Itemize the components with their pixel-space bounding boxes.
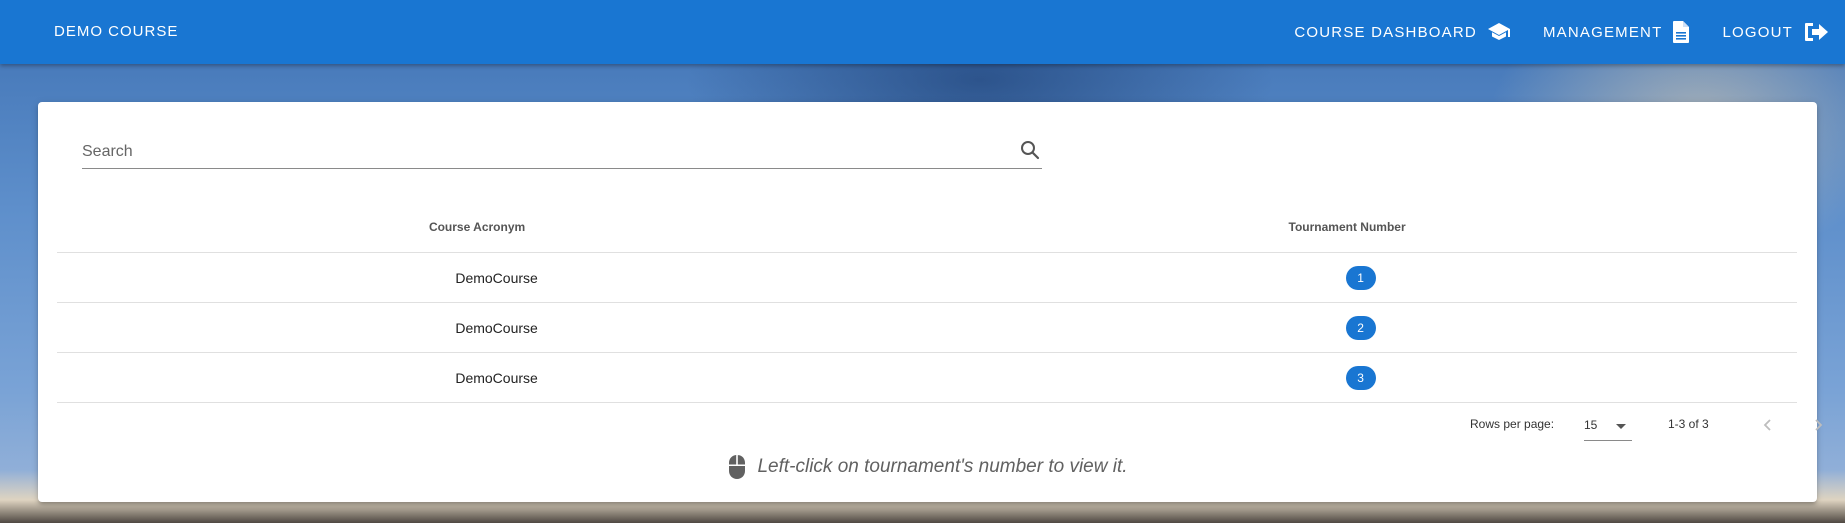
tournament-number-chip[interactable]: 1 [1345,265,1376,290]
tournaments-table: Course Acronym Tournament Number DemoCou… [57,202,1797,403]
chevron-left-icon [1763,419,1771,431]
logout-label: LOGOUT [1722,23,1793,41]
table-header-row: Course Acronym Tournament Number [57,202,1797,253]
search-field [82,138,1042,169]
usage-hint: Left-click on tournament's number to vie… [38,454,1817,480]
tournaments-card: Course Acronym Tournament Number DemoCou… [38,102,1823,502]
rows-per-page-select[interactable]: 15 [1584,410,1632,441]
table-row: DemoCourse 3 [57,352,1797,403]
app-bar: DEMO COURSE COURSE DASHBOARD MANAGEMENT … [0,0,1845,64]
table-pagination: Rows per page: 15 1-3 of 3 [1206,402,1826,442]
course-dashboard-label: COURSE DASHBOARD [1294,23,1477,41]
top-nav: COURSE DASHBOARD MANAGEMENT LOGOUT [1278,0,1845,64]
usage-hint-text: Left-click on tournament's number to vie… [757,456,1128,477]
search-icon[interactable] [1018,138,1042,167]
management-label: MANAGEMENT [1542,23,1663,41]
table-row: DemoCourse 1 [57,252,1797,303]
document-icon [1672,20,1690,44]
chevron-down-icon [1616,424,1626,429]
management-button[interactable]: MANAGEMENT [1527,0,1707,64]
table-row: DemoCourse 2 [57,302,1797,353]
logout-button[interactable]: LOGOUT [1706,0,1845,64]
page-range-text: 1-3 of 3 [1668,417,1709,431]
course-dashboard-button[interactable]: COURSE DASHBOARD [1278,0,1527,64]
tournament-number-chip[interactable]: 3 [1345,365,1376,390]
previous-page-button[interactable] [1756,410,1780,440]
school-icon [1487,22,1511,42]
course-acronym-cell: DemoCourse [57,352,898,403]
app-title[interactable]: DEMO COURSE [54,23,178,40]
tournament-number-chip[interactable]: 2 [1345,315,1376,340]
course-acronym-cell: DemoCourse [57,302,898,353]
next-page-button[interactable] [1806,410,1830,440]
rows-per-page-value: 15 [1584,418,1598,432]
column-header-tournament-number[interactable]: Tournament Number [897,202,1797,253]
column-header-course-acronym[interactable]: Course Acronym [57,202,898,253]
tournament-number-cell: 2 [897,302,1797,353]
tournament-number-cell: 1 [897,252,1797,303]
logout-icon [1803,22,1829,42]
course-acronym-cell: DemoCourse [57,252,898,303]
rows-per-page-label: Rows per page: [1470,417,1555,431]
chevron-right-icon [1815,419,1823,431]
search-input[interactable] [82,140,982,164]
tournament-number-cell: 3 [897,352,1797,403]
mouse-icon [727,454,747,480]
